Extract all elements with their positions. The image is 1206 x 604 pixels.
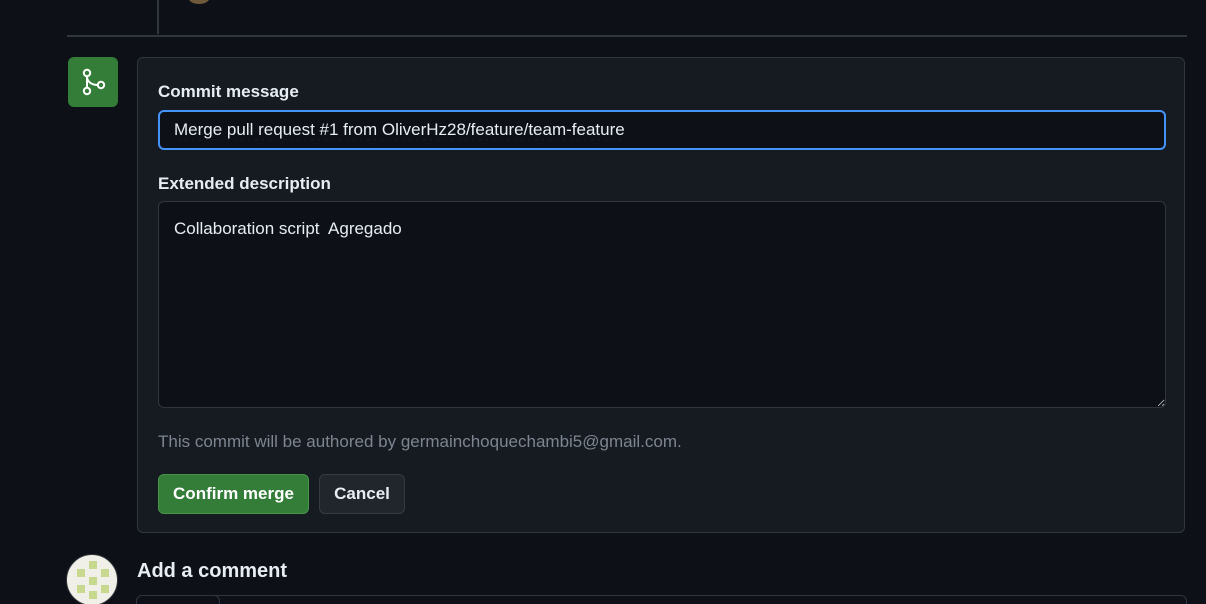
avatar[interactable] xyxy=(66,554,118,604)
confirm-merge-button[interactable]: Confirm merge xyxy=(158,474,309,514)
avatar-pixel xyxy=(89,561,97,569)
author-note: This commit will be authored by germainc… xyxy=(158,432,682,451)
avatar-pixel xyxy=(89,577,97,585)
timeline-line xyxy=(157,0,159,34)
avatar-pixel xyxy=(77,585,85,593)
git-merge-icon xyxy=(68,57,118,107)
commit-message-input[interactable] xyxy=(158,110,1166,150)
cancel-button[interactable]: Cancel xyxy=(319,474,405,514)
avatar-pixel xyxy=(101,585,109,593)
pull-request-page: Commit message Extended description Coll… xyxy=(0,0,1206,604)
merge-form: Commit message Extended description Coll… xyxy=(137,57,1185,533)
commit-message-label: Commit message xyxy=(158,82,299,101)
avatar[interactable] xyxy=(188,0,210,4)
git-merge-icon-glyph xyxy=(82,68,106,96)
avatar-pixel xyxy=(89,591,97,599)
avatar-pixel xyxy=(101,569,109,577)
extended-description-textarea[interactable]: Collaboration script Agregado xyxy=(158,201,1166,408)
timeline-separator xyxy=(67,35,1187,37)
tab-write[interactable] xyxy=(137,596,220,604)
comment-editor[interactable] xyxy=(136,595,1187,604)
extended-description-label: Extended description xyxy=(158,174,331,193)
avatar-pixel xyxy=(77,569,85,577)
add-comment-heading: Add a comment xyxy=(137,560,288,582)
